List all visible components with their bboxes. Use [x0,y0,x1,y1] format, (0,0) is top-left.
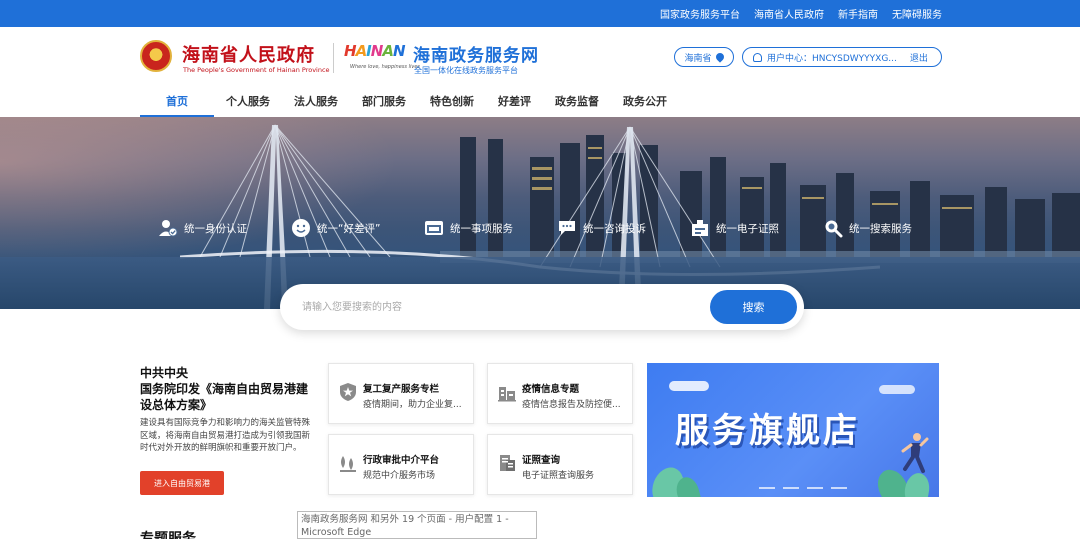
search-button[interactable]: 搜索 [710,290,797,324]
top-bar: 国家政务服务平台 海南省人民政府 新手指南 无障碍服务 [0,0,1080,27]
card-subtitle: 电子证照查询服务 [522,471,595,481]
card-epidemic-info[interactable]: 疫情信息专题 疫情信息报告及防控便... [487,363,633,424]
search-box: 搜索 [280,284,804,330]
feature-consult-complaint[interactable]: 统一咨询投诉 [557,216,690,240]
feature-label: 统一身份认证 [184,222,247,235]
feature-label: 统一电子证照 [716,222,779,235]
nav-home[interactable]: 首页 [140,85,214,117]
carousel-dot[interactable] [759,487,775,489]
logo-letter: N [392,42,406,60]
user-center[interactable]: 用户中心：HNCYSDWYYYXG... 退出 [742,47,942,67]
link-beginner-guide[interactable]: 新手指南 [838,6,878,21]
region-label: 海南省 [684,53,712,64]
region-selector[interactable]: 海南省 [674,47,734,67]
free-trade-port-article: 中共中央 国务院印发《海南自由贸易港建设总体方案》 建设具有国际竞争力和影响力的… [140,365,315,495]
search-icon [823,218,843,238]
service-site-name[interactable]: 海南政务服务网 [413,41,539,66]
chat-icon [557,218,577,238]
nav-featured-innovation[interactable]: 特色创新 [418,85,486,117]
link-hainan-gov[interactable]: 海南省人民政府 [754,6,824,21]
enter-free-trade-port-button[interactable]: 进入自由贸易港 [140,471,224,495]
top-links: 国家政务服务平台 海南省人民政府 新手指南 无障碍服务 [660,0,942,27]
gov-subtitle: The People's Government of Hainan Provin… [183,66,330,74]
nav-department-services[interactable]: 部门服务 [350,85,418,117]
hainan-logo[interactable]: HAINAN Where love, happiness lives [344,42,420,72]
feature-search-service[interactable]: 统一搜索服务 [823,216,956,240]
card-subtitle: 疫情信息报告及防控便... [522,400,621,410]
license-icon [690,218,710,238]
national-emblem-icon[interactable] [140,40,172,72]
card-title: 证照查询 [522,455,561,466]
shield-icon [337,381,359,403]
link-accessibility[interactable]: 无障碍服务 [892,6,942,21]
location-pin-icon [713,51,726,63]
card-title: 行政审批中介平台 [363,455,440,466]
search-input[interactable] [302,297,682,317]
runner-figure-icon [901,433,929,473]
service-flagship-banner[interactable]: 服务旗舰店 [647,363,939,497]
service-site-subtitle: 全国一体化在线政务服务平台 [414,66,518,75]
banner-features: 统一身份认证 统一“好差评” 统一事项服务 统一咨询投诉 统一电子证照 统一搜索… [158,216,956,240]
gov-name[interactable]: 海南省人民政府 [182,41,315,67]
link-national-platform[interactable]: 国家政务服务平台 [660,6,740,21]
feature-rating[interactable]: 统一“好差评” [291,216,424,240]
building-icon [496,381,518,403]
logo-letter: H [344,42,357,60]
user-center-label[interactable]: 用户中心：HNCYSDWYYYXG... [767,51,897,64]
logo-letter: N [370,42,384,60]
carousel-indicators[interactable] [759,487,847,489]
carousel-dot[interactable] [831,487,847,489]
scale-icon [337,452,359,474]
header-divider [333,43,334,73]
cloud-shape [879,385,915,394]
carousel-dot[interactable] [807,487,823,489]
article-title-line2[interactable]: 国务院印发《海南自由贸易港建设总体方案》 [140,381,315,413]
feature-identity-auth[interactable]: 统一身份认证 [158,216,291,240]
card-title: 复工复产服务专栏 [363,384,440,395]
card-license-query[interactable]: 证照查询 电子证照查询服务 [487,434,633,495]
site-header: 海南省人民政府 The People's Government of Haina… [0,27,1080,85]
user-check-icon [158,218,178,238]
nav-gov-disclosure[interactable]: 政务公开 [611,85,679,117]
nav-personal-services[interactable]: 个人服务 [214,85,282,117]
card-subtitle: 疫情期间，助力企业复... [363,400,462,410]
user-icon [753,52,762,62]
hainan-logo-word: HAINAN [344,42,406,60]
article-description: 建设具有国际竞争力和影响力的海关监管特殊区域，将海南自由贸易港打造成为引领我国新… [140,418,311,453]
hero-banner: 统一身份认证 统一“好差评” 统一事项服务 统一咨询投诉 统一电子证照 统一搜索… [0,117,1080,309]
flagship-title: 服务旗舰店 [675,411,860,451]
hainan-logo-tag: Where love, happiness lives [350,64,421,70]
feature-label: 统一搜索服务 [849,222,912,235]
logout-link[interactable]: 退出 [910,51,928,64]
document-icon [496,452,518,474]
nav-supervision[interactable]: 政务监督 [543,85,611,117]
article-title-line1[interactable]: 中共中央 [140,365,315,381]
section-title-special-services: 专题服务 [140,531,196,539]
logo-letter: A [355,42,368,60]
logo-letter: A [382,42,394,60]
feature-label: 统一事项服务 [450,222,513,235]
card-resume-production[interactable]: 复工复产服务专栏 疫情期间，助力企业复... [328,363,474,424]
nav-corporate-services[interactable]: 法人服务 [282,85,350,117]
feature-e-license[interactable]: 统一电子证照 [690,216,823,240]
taskbar-tooltip: 海南政务服务网 和另外 19 个页面 - 用户配置 1 - Microsoft … [297,511,537,539]
feature-label: 统一咨询投诉 [583,222,646,235]
carousel-dot[interactable] [783,487,799,489]
leaf-shape [902,471,932,497]
feature-label: 统一“好差评” [317,222,381,235]
card-title: 疫情信息专题 [522,384,580,395]
main-nav: 首页 个人服务 法人服务 部门服务 特色创新 好差评 政务监督 政务公开 [140,85,679,117]
window-icon [424,218,444,238]
card-approval-agency[interactable]: 行政审批中介平台 规范中介服务市场 [328,434,474,495]
smile-icon [291,218,311,238]
card-subtitle: 规范中介服务市场 [363,471,436,481]
feature-item-service[interactable]: 统一事项服务 [424,216,557,240]
cloud-shape [669,381,709,391]
nav-rating[interactable]: 好差评 [486,85,543,117]
